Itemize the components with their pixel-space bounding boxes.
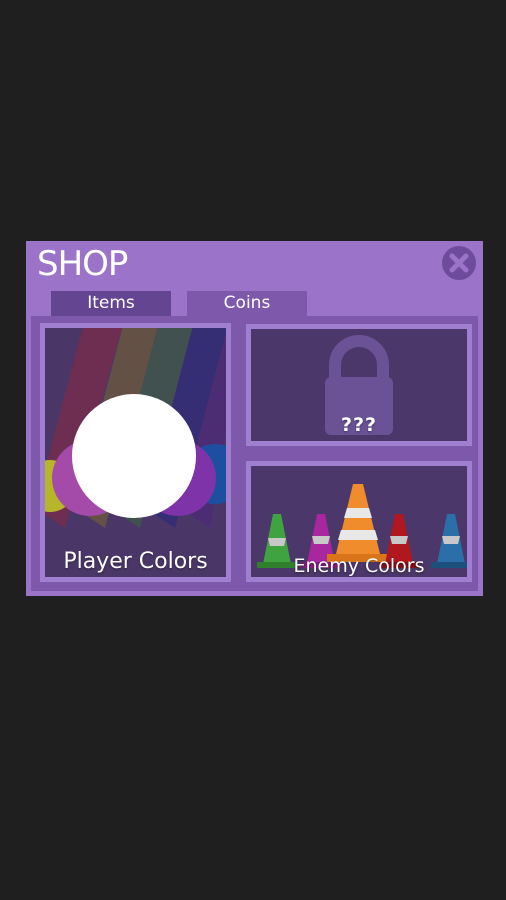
locked-item-label: ??? [340,414,378,436]
close-x-icon [443,247,475,279]
shop-content: Player Colors ??? Enemy Colors [31,316,478,591]
player-ball-icon [45,328,226,577]
shop-panel: SHOP Items Coins Player Colors ??? Enemy… [26,241,483,596]
close-button[interactable] [442,246,476,280]
player-colors-label: Player Colors [63,549,208,574]
locked-item-card[interactable]: ??? [246,324,472,446]
tab-coins[interactable]: Coins [187,291,307,316]
enemy-colors-preview: Enemy Colors [251,466,467,577]
player-colors-card[interactable]: Player Colors [40,323,231,582]
shop-title: SHOP [37,244,128,284]
enemy-colors-card[interactable]: Enemy Colors [246,461,472,582]
tab-items[interactable]: Items [51,291,171,316]
locked-item-preview: ??? [251,329,467,441]
player-colors-preview: Player Colors [45,328,226,577]
enemy-colors-label: Enemy Colors [293,555,425,577]
